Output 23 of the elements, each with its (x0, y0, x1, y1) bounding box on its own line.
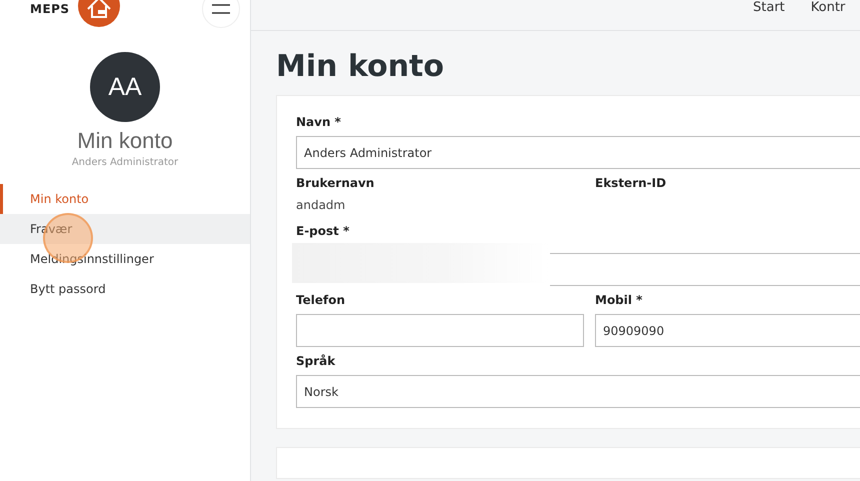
input-field[interactable] (550, 253, 860, 286)
field-label: Brukernavn (296, 175, 376, 192)
field-label: Telefon (296, 292, 346, 309)
menu-item[interactable]: Bytt passord (0, 274, 250, 304)
field-label: Navn * (296, 114, 342, 131)
page-title: Min konto (276, 48, 446, 86)
avatar: AA (90, 52, 160, 122)
field-value: andadm (296, 197, 346, 214)
field-label: Språk (296, 353, 336, 370)
input-field[interactable]: 90909090 (595, 314, 860, 347)
input-field[interactable] (296, 314, 584, 347)
field-label: Ekstern-ID (595, 175, 668, 192)
field-label: E-post * (296, 223, 350, 240)
brand-name: MEPS (30, 1, 70, 16)
menu-icon (212, 4, 230, 14)
nav-link[interactable]: Start (753, 0, 785, 30)
profile-name: Anders Administrator (70, 157, 180, 168)
input-field[interactable]: Norsk (296, 375, 860, 408)
field-label: Mobil * (595, 292, 644, 309)
nav-link[interactable]: Kontr (810, 0, 846, 30)
menu-button[interactable] (202, 0, 240, 28)
input-field[interactable]: Anders Administrator (296, 136, 860, 169)
profile-title: Min konto (76, 128, 174, 154)
